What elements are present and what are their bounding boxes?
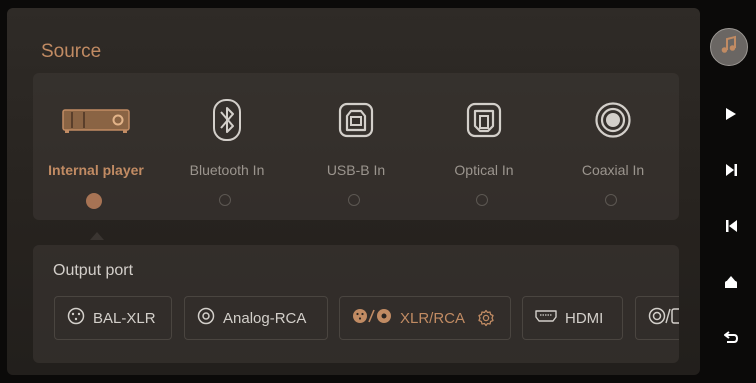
rca-icon [197,307,215,329]
back-icon [724,330,739,349]
source-usb-b-in[interactable]: USB-B In [291,73,421,220]
usb-b-icon [291,98,421,142]
output-title: Output port [53,262,134,279]
output-port-section: Output port BAL-XLR Analog-RCA XLR/RCA H… [33,245,679,363]
xlr-rca-icon [352,308,392,328]
port-analog-rca[interactable]: Analog-RCA [184,296,328,340]
source-label: USB-B In [326,162,386,178]
back-button[interactable] [723,330,739,349]
source-selector: Internal player Bluetooth In USB-B In Op… [33,73,679,220]
previous-track-button[interactable] [723,219,739,238]
previous-track-icon [725,219,738,238]
next-track-button[interactable] [723,163,739,182]
internal-player-icon [31,98,161,142]
source-optical-in[interactable]: Optical In [419,73,549,220]
selection-pointer [90,232,104,240]
port-xlr-rca[interactable]: XLR/RCA [339,296,511,340]
port-label: Analog-RCA [223,309,307,327]
port-coaxial-optical[interactable] [635,296,679,340]
eject-icon [724,275,738,294]
port-label: BAL-XLR [93,309,156,327]
page-title: Source [41,41,102,62]
play-button[interactable] [723,107,739,126]
transport-sidebar [707,0,756,383]
port-bal-xlr[interactable]: BAL-XLR [54,296,172,340]
source-label: Coaxial In [581,162,645,178]
source-radio[interactable] [219,194,231,206]
source-radio[interactable] [476,194,488,206]
source-label: Bluetooth In [189,162,265,178]
source-internal-player[interactable]: Internal player [31,73,161,220]
play-icon [725,107,737,126]
music-button[interactable] [710,28,748,66]
source-coaxial-in[interactable]: Coaxial In [548,73,678,220]
source-label: Optical In [454,162,514,178]
settings-gear-icon[interactable] [477,309,495,327]
source-radio[interactable] [348,194,360,206]
source-radio[interactable] [86,193,102,209]
xlr-icon [67,307,85,329]
optical-icon [419,98,549,142]
music-icon [719,35,739,60]
source-bluetooth-in[interactable]: Bluetooth In [162,73,292,220]
source-radio[interactable] [605,194,617,206]
eject-button[interactable] [723,275,739,294]
coaxial-optical-icon [648,307,679,329]
port-label: HDMI [565,309,604,327]
hdmi-icon [535,309,557,327]
bluetooth-icon [162,98,292,142]
port-hdmi[interactable]: HDMI [522,296,623,340]
source-label: Internal player [48,162,144,178]
coaxial-icon [548,98,678,142]
next-track-icon [725,163,738,182]
port-label: XLR/RCA [400,309,466,327]
